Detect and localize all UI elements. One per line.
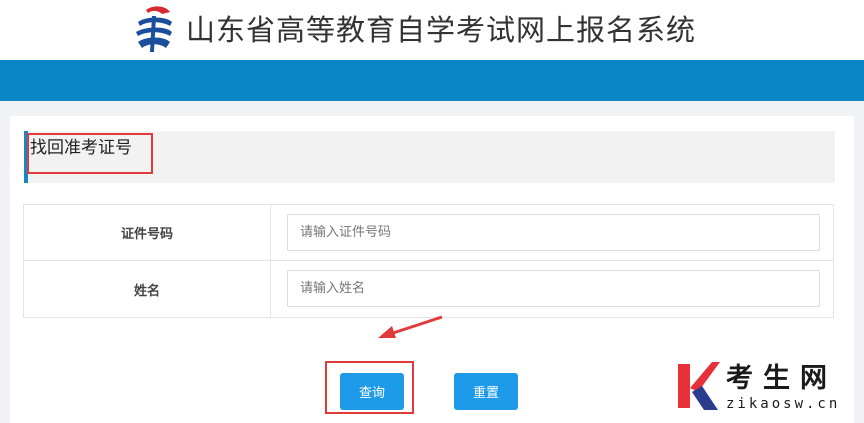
annotation-arrow-icon: [378, 315, 443, 338]
reset-button[interactable]: 重置: [454, 373, 518, 410]
id-number-input[interactable]: [287, 214, 820, 251]
watermark: 考生网 zikaosw.cn: [676, 356, 858, 420]
watermark-en: zikaosw.cn: [726, 396, 841, 412]
site-logo-icon: [136, 6, 172, 52]
watermark-cn: 考生网: [726, 363, 837, 394]
section-header: [24, 131, 835, 183]
form-row-id-number: 证件号码: [24, 205, 833, 261]
nav-bar: [0, 60, 864, 101]
header: 山东省高等教育自学考试网上报名系统: [0, 0, 864, 60]
form-table: 证件号码 姓名: [23, 204, 834, 318]
id-number-label: 证件号码: [24, 205, 271, 260]
name-input[interactable]: [287, 270, 820, 307]
form-row-name: 姓名: [24, 261, 833, 317]
name-label: 姓名: [24, 261, 271, 317]
site-title: 山东省高等教育自学考试网上报名系统: [186, 13, 697, 47]
query-button[interactable]: 查询: [340, 373, 404, 410]
k-logo-icon: [678, 362, 720, 410]
section-title: 找回准考证号: [30, 138, 132, 158]
